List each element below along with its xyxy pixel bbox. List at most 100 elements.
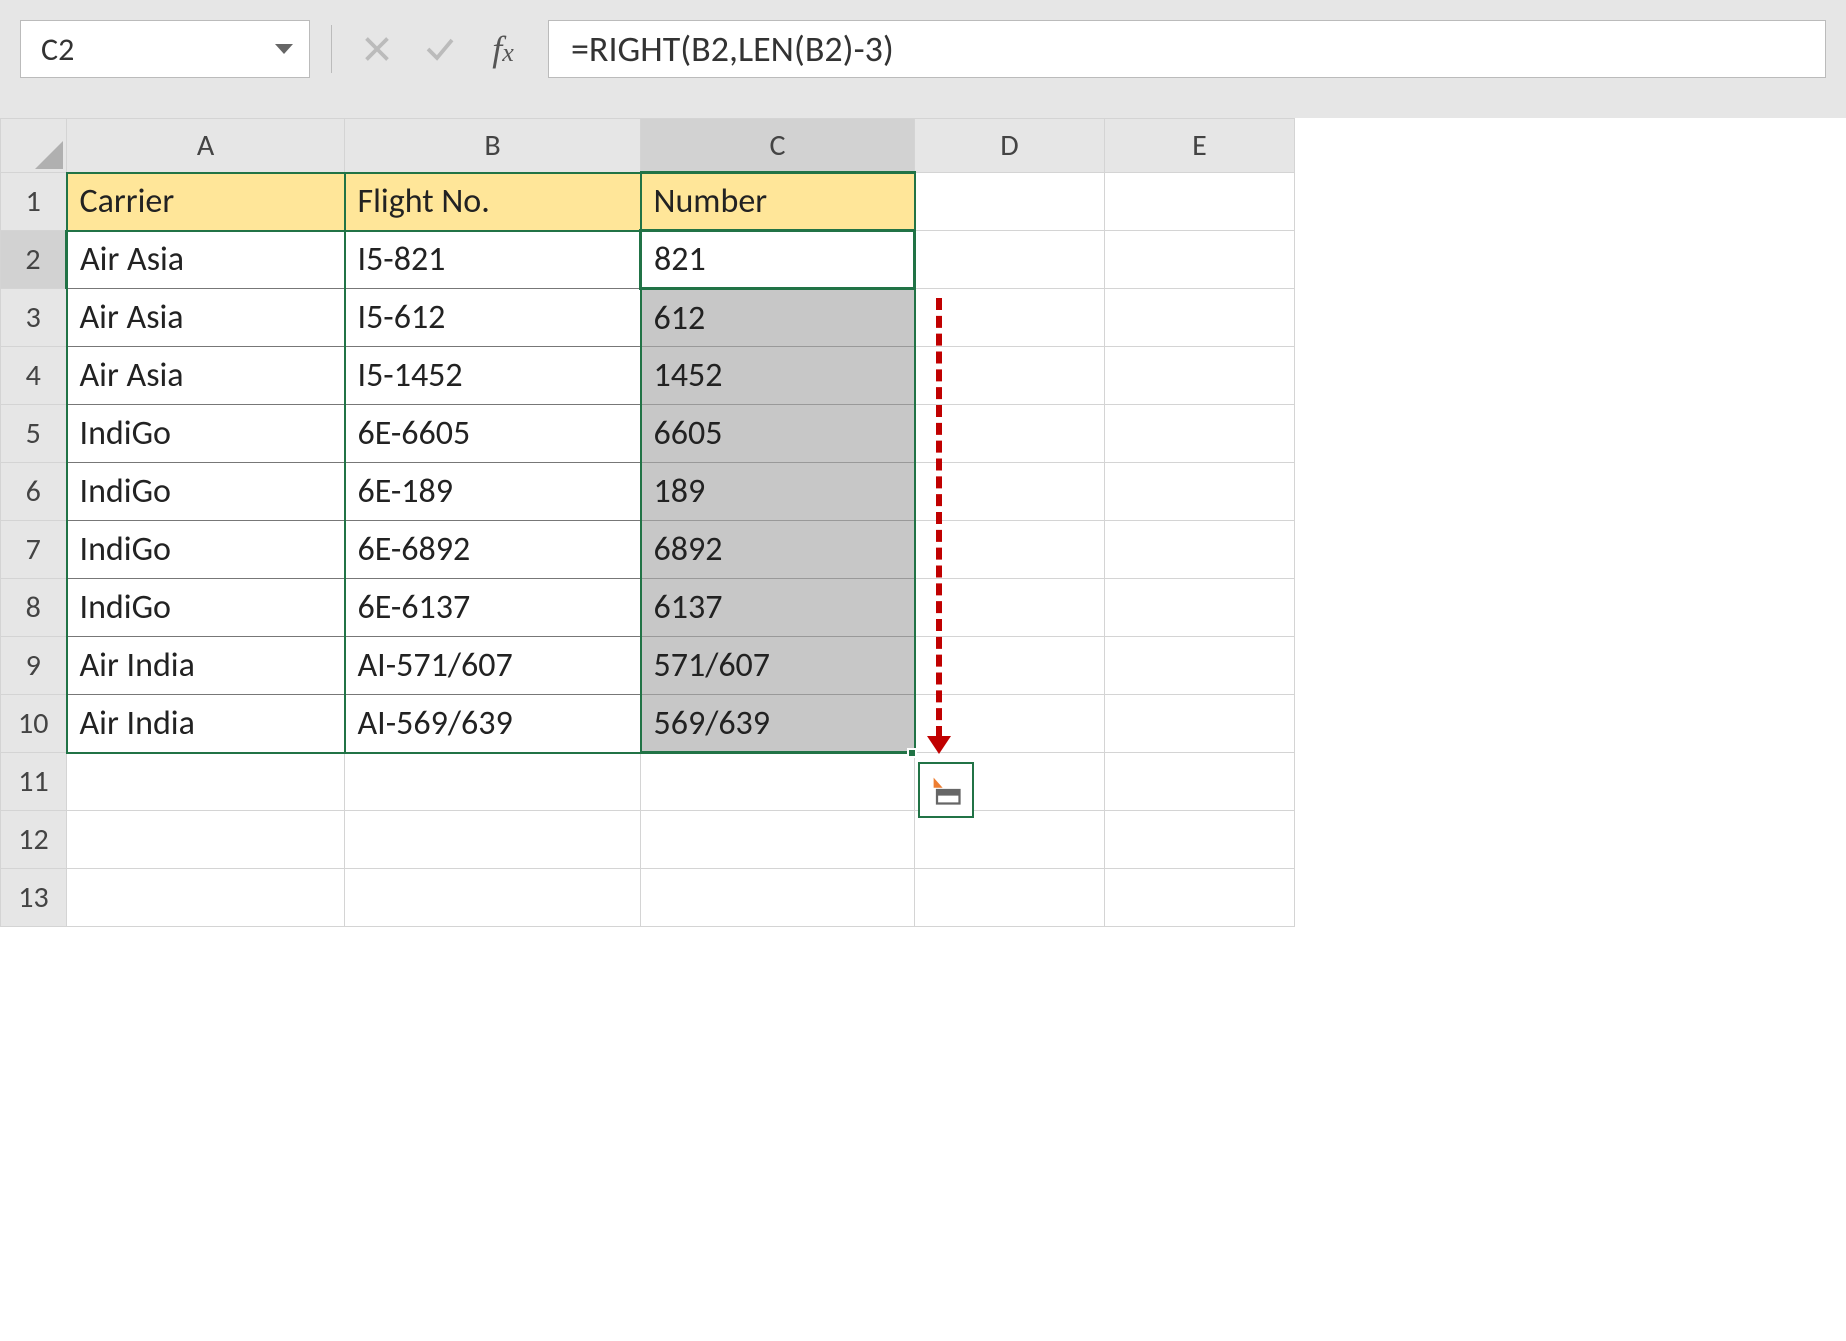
cell-d12[interactable] — [915, 811, 1105, 869]
row-header-2[interactable]: 2 — [1, 231, 67, 289]
cell-e5[interactable] — [1105, 405, 1295, 463]
cell-b11[interactable] — [345, 753, 641, 811]
column-header-c[interactable]: C — [641, 119, 915, 173]
row-header-13[interactable]: 13 — [1, 869, 67, 927]
enter-formula-button[interactable] — [416, 25, 464, 73]
cell-b5[interactable]: 6E-6605 — [345, 405, 641, 463]
cell-e6[interactable] — [1105, 463, 1295, 521]
cell-a8[interactable]: IndiGo — [67, 579, 345, 637]
autofill-options-button[interactable] — [918, 762, 974, 818]
cell-e2[interactable] — [1105, 231, 1295, 289]
row-header-1[interactable]: 1 — [1, 173, 67, 231]
cell-c11[interactable] — [641, 753, 915, 811]
cell-c9[interactable]: 571/607 — [641, 637, 915, 695]
cancel-formula-button[interactable] — [353, 25, 401, 73]
spreadsheet-grid[interactable]: A B C D E 1 Carrier Flight No. Number 2 … — [0, 118, 1846, 927]
cell-e10[interactable] — [1105, 695, 1295, 753]
row-header-5[interactable]: 5 — [1, 405, 67, 463]
cell-c10[interactable]: 569/639 — [641, 695, 915, 753]
column-header-a[interactable]: A — [67, 119, 345, 173]
cell-d2[interactable] — [915, 231, 1105, 289]
cell-e4[interactable] — [1105, 347, 1295, 405]
cell-e3[interactable] — [1105, 289, 1295, 347]
cell-c2[interactable]: 821 — [641, 231, 915, 289]
cell-b4[interactable]: I5-1452 — [345, 347, 641, 405]
cell-b7[interactable]: 6E-6892 — [345, 521, 641, 579]
cell-e1[interactable] — [1105, 173, 1295, 231]
cell-a10[interactable]: Air India — [67, 695, 345, 753]
cell-d5[interactable] — [915, 405, 1105, 463]
cell-c3[interactable]: 612 — [641, 289, 915, 347]
fill-handle[interactable] — [907, 748, 917, 758]
cell-d8[interactable] — [915, 579, 1105, 637]
table-row: 8 IndiGo 6E-6137 6137 — [1, 579, 1295, 637]
cell-b8[interactable]: 6E-6137 — [345, 579, 641, 637]
insert-function-button[interactable]: fx — [479, 28, 527, 70]
formula-input[interactable]: =RIGHT(B2,LEN(B2)-3) — [548, 20, 1826, 78]
row-header-11[interactable]: 11 — [1, 753, 67, 811]
cell-a9[interactable]: Air India — [67, 637, 345, 695]
cell-d6[interactable] — [915, 463, 1105, 521]
cell-d7[interactable] — [915, 521, 1105, 579]
cell-d3[interactable] — [915, 289, 1105, 347]
row-header-12[interactable]: 12 — [1, 811, 67, 869]
table-row: 1 Carrier Flight No. Number — [1, 173, 1295, 231]
cell-e7[interactable] — [1105, 521, 1295, 579]
cell-b9[interactable]: AI-571/607 — [345, 637, 641, 695]
cell-c4[interactable]: 1452 — [641, 347, 915, 405]
drag-arrow-icon — [936, 298, 942, 738]
cell-a4[interactable]: Air Asia — [67, 347, 345, 405]
cell-b13[interactable] — [345, 869, 641, 927]
column-header-b[interactable]: B — [345, 119, 641, 173]
cell-a6[interactable]: IndiGo — [67, 463, 345, 521]
cell-e8[interactable] — [1105, 579, 1295, 637]
cell-c1[interactable]: Number — [641, 173, 915, 231]
cell-a7[interactable]: IndiGo — [67, 521, 345, 579]
column-header-row: A B C D E — [1, 119, 1295, 173]
row-header-3[interactable]: 3 — [1, 289, 67, 347]
cell-e13[interactable] — [1105, 869, 1295, 927]
cell-b1[interactable]: Flight No. — [345, 173, 641, 231]
cell-a1[interactable]: Carrier — [67, 173, 345, 231]
cell-a12[interactable] — [67, 811, 345, 869]
cell-a2[interactable]: Air Asia — [67, 231, 345, 289]
table-row: 3 Air Asia I5-612 612 — [1, 289, 1295, 347]
cell-a3[interactable]: Air Asia — [67, 289, 345, 347]
row-header-9[interactable]: 9 — [1, 637, 67, 695]
cell-b10[interactable]: AI-569/639 — [345, 695, 641, 753]
cell-e12[interactable] — [1105, 811, 1295, 869]
cell-b3[interactable]: I5-612 — [345, 289, 641, 347]
cell-d9[interactable] — [915, 637, 1105, 695]
x-icon — [359, 31, 395, 67]
table-row: 2 Air Asia I5-821 821 — [1, 231, 1295, 289]
cell-b12[interactable] — [345, 811, 641, 869]
cell-b6[interactable]: 6E-189 — [345, 463, 641, 521]
cell-a11[interactable] — [67, 753, 345, 811]
row-header-4[interactable]: 4 — [1, 347, 67, 405]
column-header-d[interactable]: D — [915, 119, 1105, 173]
cell-b2[interactable]: I5-821 — [345, 231, 641, 289]
row-header-7[interactable]: 7 — [1, 521, 67, 579]
cell-c12[interactable] — [641, 811, 915, 869]
cell-d13[interactable] — [915, 869, 1105, 927]
cell-c13[interactable] — [641, 869, 915, 927]
cell-e11[interactable] — [1105, 753, 1295, 811]
formula-bar: C2 fx =RIGHT(B2,LEN(B2)-3) — [0, 0, 1846, 118]
cell-a5[interactable]: IndiGo — [67, 405, 345, 463]
cell-c6[interactable]: 189 — [641, 463, 915, 521]
cell-a13[interactable] — [67, 869, 345, 927]
cell-d1[interactable] — [915, 173, 1105, 231]
chevron-down-icon[interactable] — [275, 44, 293, 54]
cell-d4[interactable] — [915, 347, 1105, 405]
row-header-8[interactable]: 8 — [1, 579, 67, 637]
cell-e9[interactable] — [1105, 637, 1295, 695]
column-header-e[interactable]: E — [1105, 119, 1295, 173]
cell-c5[interactable]: 6605 — [641, 405, 915, 463]
name-box[interactable]: C2 — [20, 20, 310, 78]
cell-c7[interactable]: 6892 — [641, 521, 915, 579]
select-all-corner[interactable] — [1, 119, 67, 173]
divider — [331, 25, 332, 73]
cell-c8[interactable]: 6137 — [641, 579, 915, 637]
row-header-10[interactable]: 10 — [1, 695, 67, 753]
row-header-6[interactable]: 6 — [1, 463, 67, 521]
